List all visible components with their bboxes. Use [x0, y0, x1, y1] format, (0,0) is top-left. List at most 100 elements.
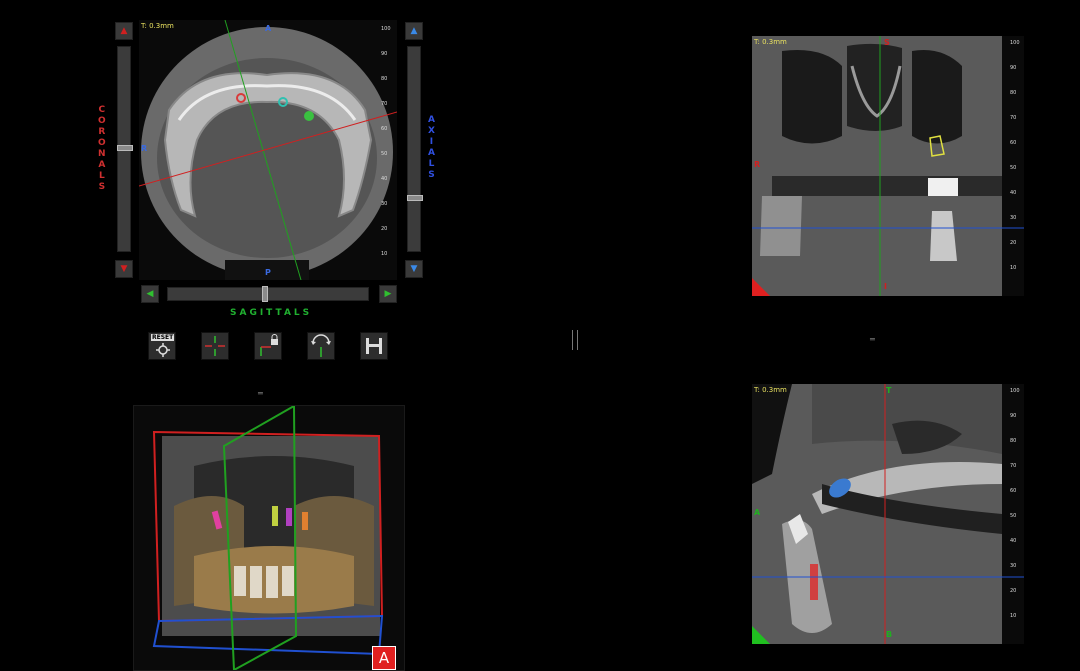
sagittal-thickness-label: T: 0.3mm — [754, 386, 787, 394]
crosshair-button[interactable] — [201, 332, 229, 360]
ruler-tick: 80 — [381, 76, 388, 82]
ruler-tick: 20 — [1010, 588, 1017, 594]
axials-letter: X — [428, 126, 435, 136]
axials-label: A X I A L S — [428, 115, 435, 181]
ruler-tick: 100 — [381, 26, 391, 32]
ruler-tick: 80 — [1010, 438, 1017, 444]
coronal-marker-top: S — [884, 38, 890, 47]
coronals-letter: O — [98, 116, 106, 126]
coronal-image — [752, 36, 1024, 296]
ruler-tick: 50 — [381, 151, 388, 157]
ruler-tick: 20 — [381, 226, 388, 232]
volume-3d-view[interactable]: A — [133, 405, 405, 671]
ruler-tick: 70 — [381, 101, 388, 107]
sagittals-label: SAGITTALS — [230, 308, 313, 318]
ruler-tick: 50 — [1010, 513, 1017, 519]
coronal-ruler: 100 90 80 70 60 50 40 30 20 10 — [1010, 40, 1024, 290]
sagittal-marker-left: A — [754, 508, 761, 517]
ruler-tick: 10 — [1010, 613, 1017, 619]
axial-slider-thumb[interactable] — [407, 195, 423, 201]
ruler-tick: 40 — [381, 176, 388, 182]
coronals-letter: N — [98, 149, 106, 159]
arrow-right-icon: ▶ — [384, 288, 392, 299]
ruler-tick: 30 — [1010, 563, 1017, 569]
axial-down-button[interactable]: ▼ — [405, 260, 423, 278]
orientation-badge-label: A — [378, 649, 390, 667]
ruler-tick: 40 — [1010, 190, 1017, 196]
axial-image-view[interactable]: T: 0.3mm A R P — [139, 20, 397, 280]
sagittal-slider[interactable] — [167, 286, 369, 302]
ruler-tick: 60 — [1010, 140, 1017, 146]
coronals-label: C O R O N A L S — [98, 105, 106, 193]
sagittal-marker-bottom: B — [886, 630, 893, 639]
ruler-tick: 100 — [1010, 388, 1020, 394]
ruler-tick: 60 — [1010, 488, 1017, 494]
coronal-thickness-label: T: 0.3mm — [754, 38, 787, 46]
axial-marker-left: R — [141, 144, 148, 153]
crosshair-icon — [205, 336, 225, 356]
save-button[interactable] — [360, 332, 388, 360]
axials-letter: A — [428, 115, 435, 125]
horizontal-splitter-left[interactable]: ═ — [258, 389, 263, 398]
axial-panel: ▲ ▼ T: 0.3mm A R P 100 90 80 70 60 50 40… — [115, 18, 425, 310]
ruler-tick: 50 — [1010, 165, 1017, 171]
orientation-badge[interactable]: A — [372, 646, 396, 670]
axial-up-button[interactable]: ▲ — [405, 22, 423, 40]
coronal-up-button[interactable]: ▲ — [115, 22, 133, 40]
coronals-letter: S — [98, 182, 106, 192]
reset-button[interactable]: RESET — [148, 332, 176, 360]
ruler-tick: 90 — [1010, 65, 1017, 71]
coronals-letter: O — [98, 138, 106, 148]
sagittal-ruler: 100 90 80 70 60 50 40 30 20 10 — [1010, 388, 1024, 638]
coronal-marker-left: R — [754, 160, 761, 169]
axial-marker-bottom: P — [265, 268, 271, 277]
coronals-letter: C — [98, 105, 106, 115]
rotate-button[interactable] — [307, 332, 335, 360]
coronals-letter: R — [98, 127, 106, 137]
ruler-tick: 30 — [381, 201, 388, 207]
axial-slider[interactable] — [407, 46, 423, 252]
ruler-tick: 10 — [1010, 265, 1017, 271]
axial-image — [139, 20, 397, 280]
ruler-tick: 70 — [1010, 115, 1017, 121]
sagittal-image — [752, 384, 1024, 644]
ruler-tick: 70 — [1010, 463, 1017, 469]
toolbar: RESET — [148, 332, 393, 362]
vertical-splitter[interactable] — [572, 330, 578, 350]
ruler-tick: 30 — [1010, 215, 1017, 221]
ruler-tick: 20 — [1010, 240, 1017, 246]
axials-letter: S — [428, 170, 435, 180]
ruler-tick: 40 — [1010, 538, 1017, 544]
axial-ruler: 100 90 80 70 60 50 40 30 20 10 — [381, 26, 397, 276]
ruler-tick: 10 — [381, 251, 388, 257]
ruler-tick: 90 — [1010, 413, 1017, 419]
sagittal-image-view[interactable]: T: 0.3mm T A B 100 90 80 70 60 50 40 30 … — [752, 384, 1024, 644]
axials-letter: A — [428, 148, 435, 158]
ruler-tick: 80 — [1010, 90, 1017, 96]
horizontal-splitter-right[interactable]: ═ — [870, 335, 875, 344]
sagittal-marker-top: T — [886, 386, 892, 395]
lock-crosshair-icon — [260, 334, 278, 356]
rotate-icon — [311, 334, 331, 357]
axial-marker-top: A — [265, 24, 272, 33]
arrow-down-icon: ▼ — [410, 263, 418, 274]
sagittal-left-button[interactable]: ◀ — [141, 285, 159, 303]
sagittal-right-button[interactable]: ▶ — [379, 285, 397, 303]
axials-letter: L — [428, 159, 435, 169]
lock-crosshair-button[interactable] — [254, 332, 282, 360]
coronal-slider[interactable] — [117, 46, 133, 252]
arrow-up-icon: ▲ — [120, 25, 128, 36]
coronal-down-button[interactable]: ▼ — [115, 260, 133, 278]
volume-render — [152, 406, 384, 670]
coronal-marker-bottom: I — [884, 282, 887, 291]
sagittal-slider-thumb[interactable] — [262, 286, 268, 302]
ruler-tick: 100 — [1010, 40, 1020, 46]
reset-gear-icon — [156, 343, 170, 357]
axials-letter: I — [429, 137, 434, 147]
coronals-letter: L — [98, 171, 105, 181]
coronal-image-view[interactable]: T: 0.3mm S R I 100 90 80 70 60 50 40 30 … — [752, 36, 1024, 296]
arrow-down-icon: ▼ — [120, 263, 128, 274]
coronal-slider-thumb[interactable] — [117, 145, 133, 151]
ruler-tick: 60 — [381, 126, 388, 132]
reset-label: RESET — [151, 334, 175, 341]
